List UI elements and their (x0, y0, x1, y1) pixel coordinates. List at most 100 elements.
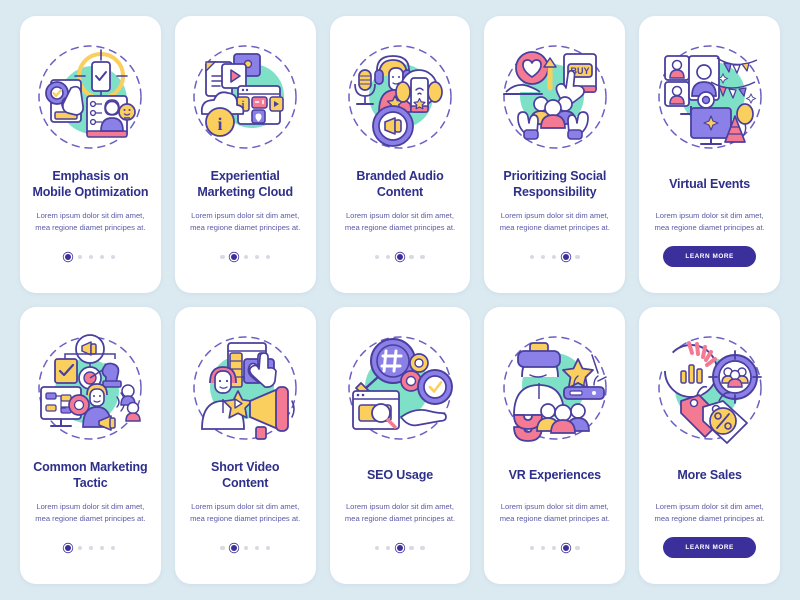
onboarding-card-experiential-marketing-cloud: Experiential Marketing Cloud Lorem ipsum … (174, 16, 316, 293)
card-description: Lorem ipsum dolor sit dim amet, mea regi… (654, 502, 765, 524)
pagination-dot[interactable] (243, 545, 249, 551)
card-description: Lorem ipsum dolor sit dim amet, mea regi… (499, 502, 610, 524)
pagination-dot[interactable] (254, 545, 260, 551)
pagination-dots (65, 254, 116, 260)
pagination-dot-active[interactable] (231, 254, 238, 260)
card-description: Lorem ipsum dolor sit dim amet, mea regi… (35, 211, 146, 233)
onboarding-card-prioritizing-social-responsibility: Prioritizing Social Responsibility Lorem … (484, 16, 626, 293)
virtual-events-illustration (651, 38, 769, 156)
card-title: Emphasis on Mobile Optimization (32, 169, 149, 199)
pagination-dot-active[interactable] (562, 254, 569, 260)
pagination-dots (220, 254, 271, 260)
card-title: Experiential Marketing Cloud (197, 169, 294, 199)
pagination-dot[interactable] (265, 545, 271, 551)
pagination-dot-active[interactable] (396, 545, 403, 551)
pagination-dot[interactable] (551, 254, 557, 260)
pagination-dot[interactable] (99, 254, 105, 260)
card-description: Lorem ipsum dolor sit dim amet, mea regi… (654, 211, 765, 233)
pagination-dot[interactable] (77, 254, 83, 260)
pagination-dot[interactable] (551, 545, 557, 551)
pagination-dot[interactable] (220, 254, 225, 260)
pagination-dot[interactable] (420, 545, 425, 551)
card-description: Lorem ipsum dolor sit dim amet, mea regi… (499, 211, 610, 233)
card-footer (374, 538, 425, 558)
card-footer: LEARN MORE (663, 246, 756, 267)
pagination-dots (65, 545, 116, 551)
more-sales-illustration (651, 329, 769, 447)
pagination-dot-active[interactable] (562, 545, 569, 551)
pagination-dot-active[interactable] (65, 545, 72, 551)
card-description: Lorem ipsum dolor sit dim amet, mea regi… (190, 211, 301, 233)
seo-usage-illustration (341, 329, 459, 447)
pagination-dot[interactable] (88, 545, 94, 551)
onboarding-card-short-video-content: Short Video Content Lorem ipsum dolor sit… (174, 307, 316, 584)
pagination-dot[interactable] (529, 254, 535, 260)
card-title: Short Video Content (211, 460, 280, 490)
card-description: Lorem ipsum dolor sit dim amet, mea regi… (344, 211, 456, 233)
onboarding-card-more-sales: More Sales Lorem ipsum dolor sit dim amet… (639, 307, 780, 584)
onboarding-card-vr-experiences: VR Experiences Lorem ipsum dolor sit dim … (484, 307, 626, 584)
learn-more-button[interactable]: LEARN MORE (663, 246, 756, 267)
card-description: Lorem ipsum dolor sit dim amet, mea regi… (35, 502, 146, 524)
pagination-dot[interactable] (374, 254, 380, 260)
card-footer (374, 247, 425, 267)
learn-more-button[interactable]: LEARN MORE (663, 537, 756, 558)
pagination-dot[interactable] (385, 254, 391, 260)
pagination-dot[interactable] (385, 545, 391, 551)
onboarding-card-common-marketing-tactic: Common Marketing Tactic Lorem ipsum dolor… (20, 307, 161, 584)
pagination-dot[interactable] (529, 545, 535, 551)
card-footer: LEARN MORE (663, 537, 756, 558)
onboarding-card-emphasis-on-mobile-optimization: Emphasis on Mobile Optimization Lorem ips… (20, 16, 161, 293)
pagination-dot-active[interactable] (231, 545, 238, 551)
onboarding-card-seo-usage: SEO Usage Lorem ipsum dolor sit dim amet,… (329, 307, 471, 584)
pagination-dot[interactable] (575, 254, 580, 260)
card-title: SEO Usage (366, 468, 434, 482)
card-footer (220, 247, 271, 267)
pagination-dot[interactable] (77, 545, 83, 551)
pagination-dot[interactable] (374, 545, 380, 551)
pagination-dot[interactable] (420, 254, 425, 260)
card-title: Common Marketing Tactic (33, 460, 148, 490)
pagination-dots (220, 545, 271, 551)
mobile-optimization-illustration (31, 38, 149, 156)
card-footer (220, 538, 271, 558)
pagination-dot-active[interactable] (396, 254, 403, 260)
branded-audio-illustration (341, 38, 459, 156)
pagination-dot[interactable] (99, 545, 105, 551)
pagination-dot[interactable] (254, 254, 260, 260)
onboarding-card-virtual-events: Virtual Events Lorem ipsum dolor sit dim … (639, 16, 780, 293)
pagination-dots (374, 254, 425, 260)
pagination-dot[interactable] (409, 254, 414, 260)
card-footer (65, 247, 116, 267)
pagination-dot[interactable] (220, 545, 225, 551)
pagination-dots (529, 254, 580, 260)
card-footer (65, 538, 116, 558)
card-footer (529, 538, 580, 558)
card-title: VR Experiences (508, 468, 602, 482)
pagination-dot[interactable] (110, 545, 116, 551)
onboarding-card-branded-audio-content: Branded Audio Content Lorem ipsum dolor s… (329, 16, 471, 293)
pagination-dots (374, 545, 425, 551)
pagination-dot[interactable] (110, 254, 116, 260)
pagination-dot[interactable] (540, 254, 546, 260)
onboarding-screens-grid: Emphasis on Mobile Optimization Lorem ips… (20, 16, 780, 584)
short-video-illustration (186, 329, 304, 447)
card-footer (529, 247, 580, 267)
pagination-dot[interactable] (243, 254, 249, 260)
social-responsibility-illustration (496, 38, 614, 156)
card-title: Virtual Events (669, 177, 751, 191)
card-title: Branded Audio Content (356, 169, 444, 199)
card-description: Lorem ipsum dolor sit dim amet, mea regi… (344, 502, 456, 524)
pagination-dot[interactable] (265, 254, 271, 260)
marketing-cloud-illustration (186, 38, 304, 156)
card-title: More Sales (677, 468, 742, 482)
pagination-dot[interactable] (88, 254, 94, 260)
marketing-tactic-illustration (31, 329, 149, 447)
pagination-dot[interactable] (575, 545, 580, 551)
pagination-dots (529, 545, 580, 551)
card-description: Lorem ipsum dolor sit dim amet, mea regi… (190, 502, 301, 524)
card-title: Prioritizing Social Responsibility (503, 169, 607, 199)
pagination-dot-active[interactable] (65, 254, 72, 260)
pagination-dot[interactable] (409, 545, 414, 551)
pagination-dot[interactable] (540, 545, 546, 551)
